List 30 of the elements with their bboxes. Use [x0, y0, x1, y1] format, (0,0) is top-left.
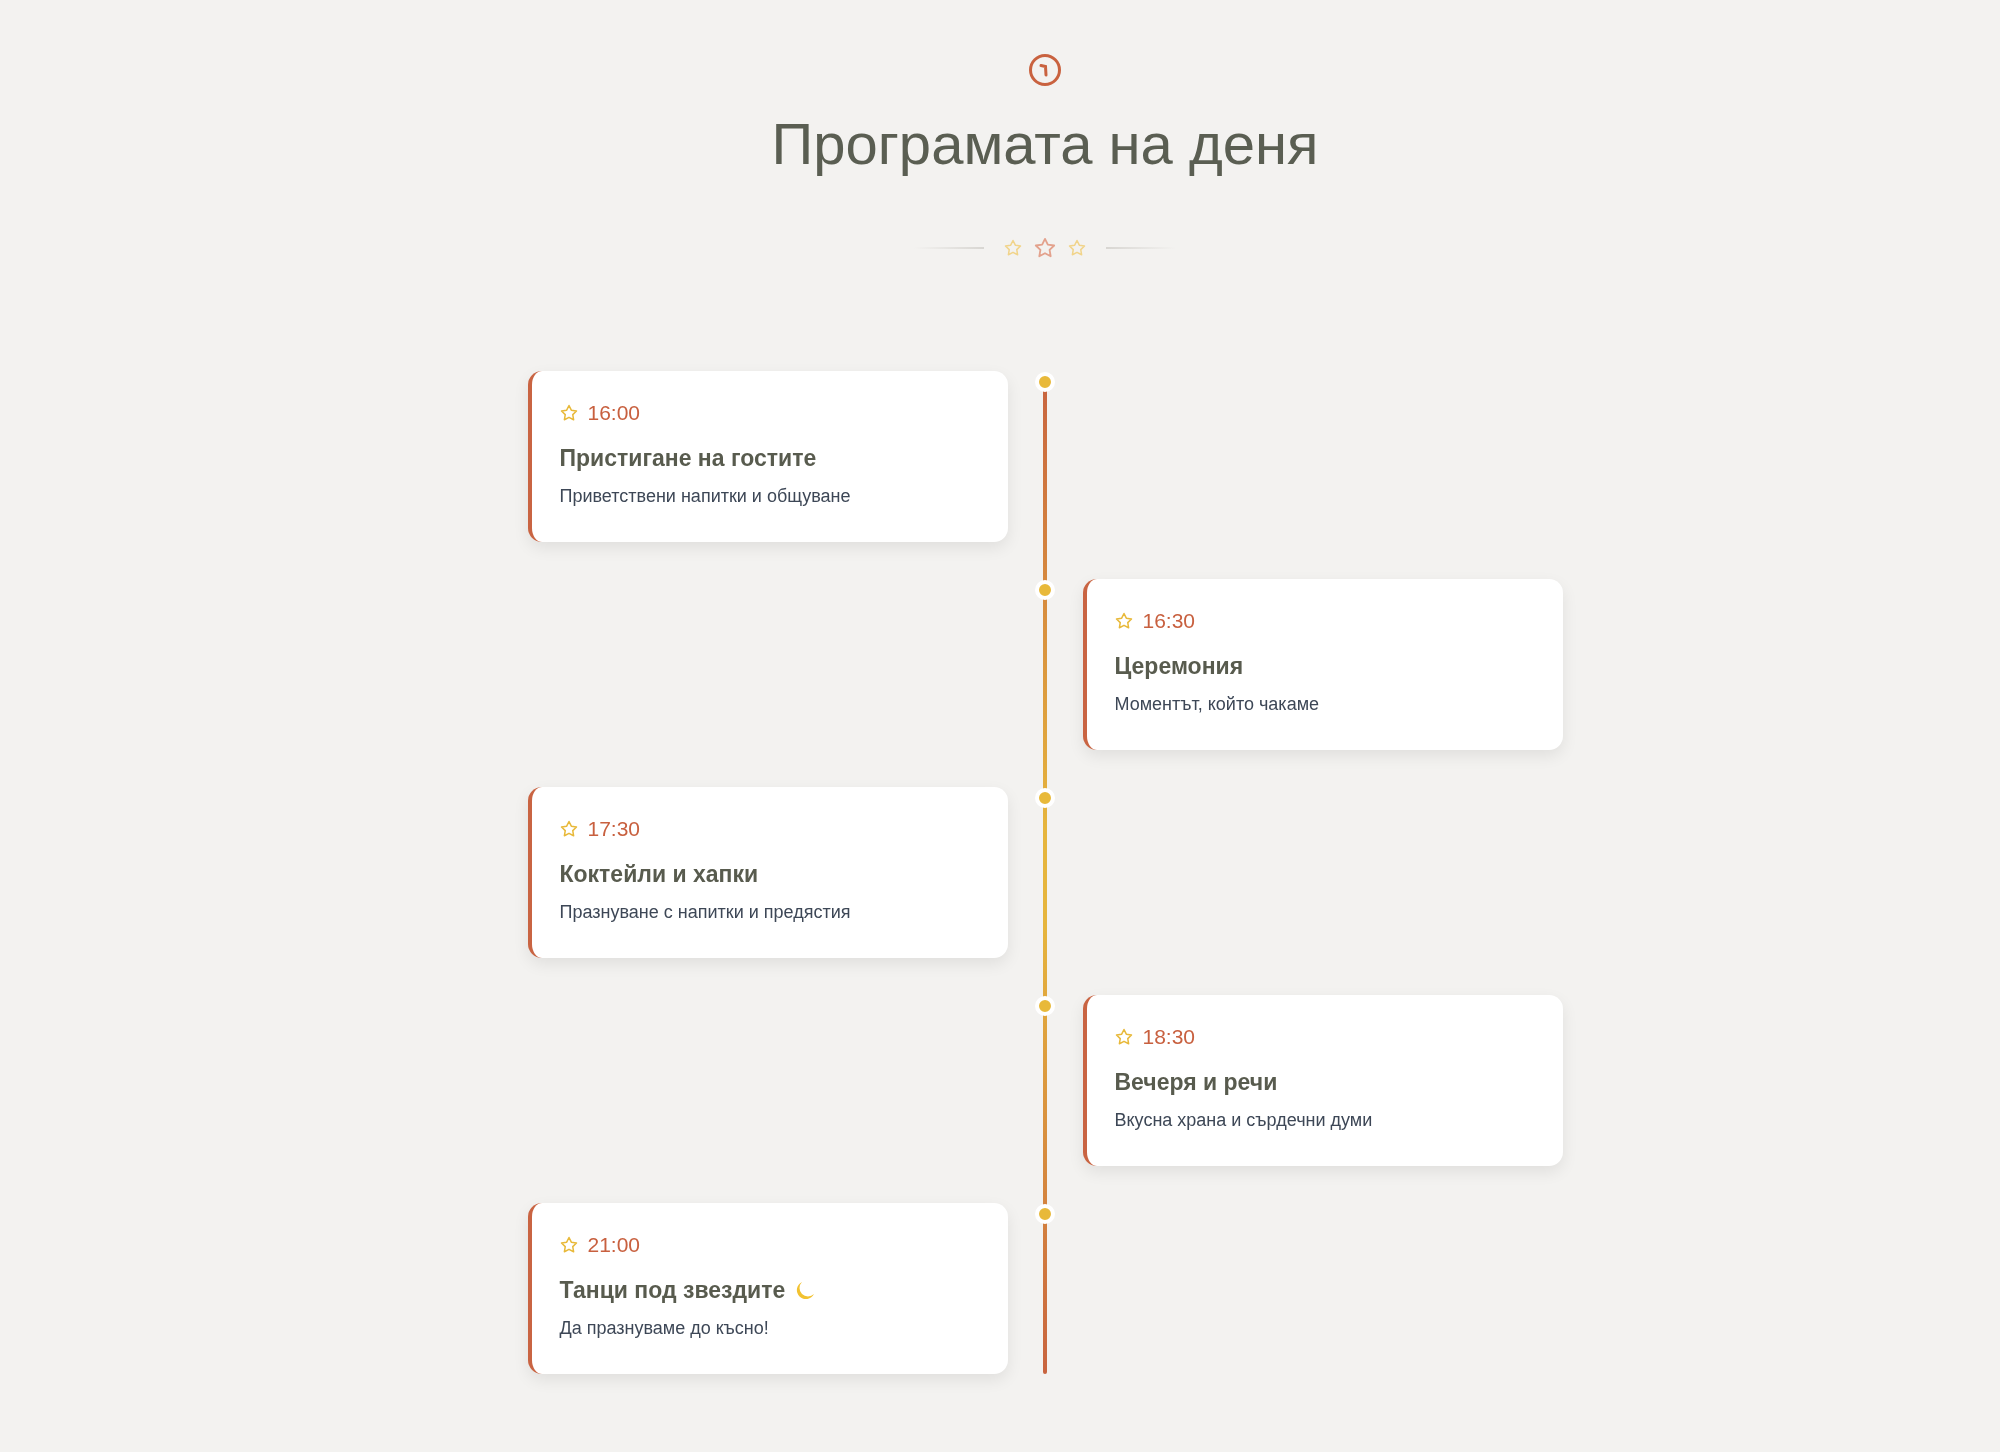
- page-title: Програмата на деня: [771, 110, 1319, 178]
- timeline-dot: [1035, 580, 1055, 600]
- event-time: 16:30: [1142, 609, 1196, 633]
- event-time: 17:30: [587, 817, 641, 841]
- event-title: Церемония: [1114, 653, 1244, 680]
- event-time: 16:00: [587, 401, 641, 425]
- timeline-dot: [1035, 1204, 1055, 1224]
- event-title: Танци под звездите: [559, 1277, 786, 1304]
- star-icon: [559, 820, 578, 838]
- timeline-dot: [1035, 996, 1055, 1016]
- event-title: Коктейли и хапки: [559, 861, 759, 888]
- event-description: Празнуване с напитки и предястия: [559, 902, 851, 923]
- star-icon: [1114, 1028, 1133, 1046]
- event-description: Да празнуваме до късно!: [559, 1318, 769, 1339]
- star-icon: [1004, 239, 1022, 257]
- star-icon: [1114, 612, 1133, 630]
- event-title: Вечеря и речи: [1114, 1069, 1278, 1096]
- event-time: 21:00: [587, 1233, 641, 1257]
- star-icon: [1034, 237, 1056, 259]
- star-icon: [1068, 239, 1086, 257]
- timeline-dot: [1035, 372, 1055, 392]
- clock-icon: [1028, 53, 1062, 87]
- event-description: Вкусна храна и сърдечни думи: [1114, 1110, 1373, 1131]
- star-icon: [559, 1236, 578, 1254]
- event-time: 18:30: [1142, 1025, 1196, 1049]
- timeline-dot: [1035, 788, 1055, 808]
- event-title: Пристигане на гостите: [559, 445, 817, 472]
- event-description: Моментът, който чакаме: [1114, 694, 1320, 715]
- event-description: Приветствени напитки и общуване: [559, 486, 851, 507]
- star-icon: [559, 404, 578, 422]
